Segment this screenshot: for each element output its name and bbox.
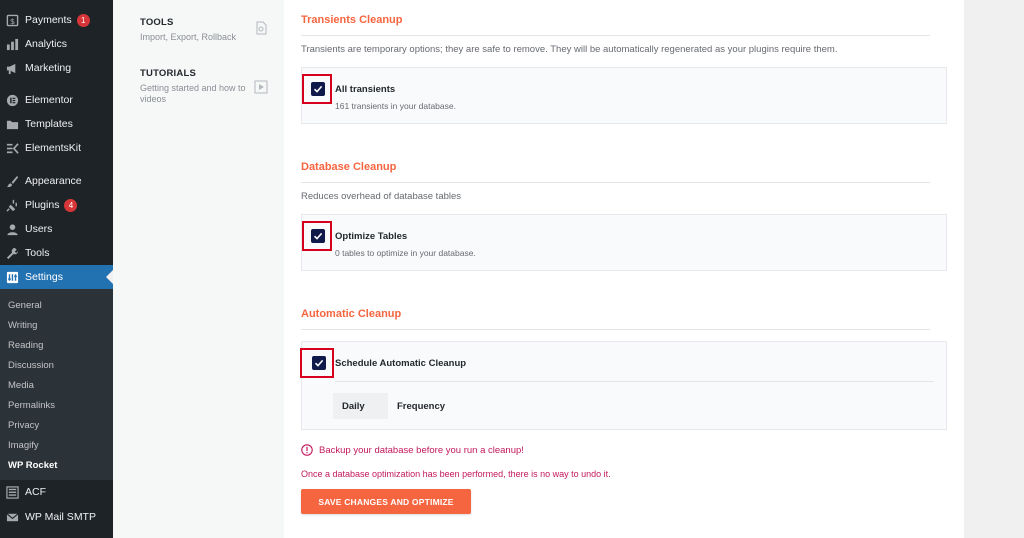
- schedule-cleanup-label: Schedule Automatic Cleanup: [335, 358, 467, 369]
- checkmark-icon: [313, 85, 323, 93]
- submenu-item-discussion[interactable]: Discussion: [8, 360, 54, 371]
- optimize-tables-checkbox[interactable]: [311, 229, 325, 243]
- submenu-item-media[interactable]: Media: [8, 380, 34, 391]
- transients-section-title: Transients Cleanup: [301, 14, 403, 26]
- settings-submenu: General Writing Reading Discussion Media…: [0, 289, 113, 480]
- submenu-item-writing[interactable]: Writing: [8, 320, 37, 331]
- sidebar-item-plugins[interactable]: Plugins 4: [0, 193, 113, 217]
- update-badge: 1: [76, 13, 90, 27]
- submenu-item-imagify[interactable]: Imagify: [8, 440, 39, 451]
- submenu-item-privacy[interactable]: Privacy: [8, 420, 39, 431]
- update-badge: 4: [64, 198, 78, 212]
- database-section-title: Database Cleanup: [301, 161, 397, 173]
- database-option-card: [301, 214, 947, 271]
- alert-icon: [301, 444, 313, 456]
- user-icon: [6, 223, 19, 236]
- megaphone-icon: [6, 62, 19, 75]
- checkmark-icon: [314, 359, 324, 367]
- all-transients-label: All transients: [335, 84, 396, 95]
- video-icon: [254, 80, 268, 94]
- backup-warning-text: Backup your database before you run a cl…: [319, 444, 524, 456]
- nav-item-tools[interactable]: TOOLS Import, Export, Rollback: [140, 17, 280, 43]
- folder-icon: [6, 118, 19, 131]
- sidebar-item-label: Users: [25, 223, 53, 235]
- section-divider: [301, 329, 930, 330]
- sidebar-item-users[interactable]: Users: [0, 217, 113, 241]
- transients-count: 161 transients in your database.: [335, 101, 456, 111]
- sidebar-item-appearance[interactable]: Appearance: [0, 169, 113, 193]
- option-divider: [335, 381, 934, 382]
- sidebar-item-tools[interactable]: Tools: [0, 241, 113, 265]
- sidebar-item-payments[interactable]: $ Payments 1: [0, 8, 113, 32]
- admin-sidebar: $ Payments 1 Analytics Marketing Element…: [0, 0, 113, 538]
- nav-item-desc: Import, Export, Rollback: [140, 32, 237, 42]
- acf-icon: [6, 485, 19, 499]
- wrench-icon: [6, 247, 19, 260]
- settings-icon: [6, 271, 19, 284]
- sidebar-item-label: Tools: [25, 247, 50, 259]
- main-content: Transients Cleanup Transients are tempor…: [284, 0, 964, 538]
- nav-item-desc: Getting started and how to videos: [140, 83, 246, 104]
- sidebar-item-settings[interactable]: Settings: [0, 265, 113, 289]
- frequency-label: Frequency: [397, 401, 446, 412]
- sidebar-item-label: ElementsKit: [25, 142, 82, 154]
- nav-item-tutorials[interactable]: TUTORIALS Getting started and how to vid…: [140, 68, 280, 105]
- optimize-tables-label: Optimize Tables: [335, 231, 408, 242]
- submenu-item-permalinks[interactable]: Permalinks: [8, 400, 55, 411]
- sidebar-item-label: Analytics: [25, 38, 68, 50]
- rocket-settings-nav: TOOLS Import, Export, Rollback TUTORIALS…: [113, 0, 284, 538]
- mail-icon: [6, 511, 19, 524]
- schedule-cleanup-checkbox[interactable]: [312, 356, 326, 370]
- checkmark-icon: [313, 232, 323, 240]
- automatic-section-title: Automatic Cleanup: [301, 308, 402, 320]
- sidebar-item-wp-mail-smtp[interactable]: WP Mail SMTP: [0, 505, 113, 529]
- backup-warning: Backup your database before you run a cl…: [301, 444, 524, 456]
- sidebar-item-label: ACF: [25, 486, 46, 498]
- sidebar-item-label: Marketing: [25, 62, 72, 74]
- paintbrush-icon: [6, 175, 19, 188]
- tools-icon: [256, 21, 267, 35]
- sidebar-item-label: Settings: [25, 271, 63, 283]
- sidebar-item-templates[interactable]: Templates: [0, 112, 113, 136]
- save-and-optimize-button[interactable]: SAVE CHANGES AND OPTIMIZE: [301, 489, 471, 514]
- sidebar-item-elementor[interactable]: Elementor: [0, 88, 113, 112]
- sidebar-item-label: Templates: [25, 118, 73, 130]
- transients-section-desc: Transients are temporary options; they a…: [301, 44, 838, 55]
- frequency-select[interactable]: Daily: [333, 393, 388, 419]
- svg-text:$: $: [10, 15, 15, 25]
- analytics-icon: [6, 38, 19, 51]
- transients-option-card: [301, 67, 947, 124]
- nav-item-title: TUTORIALS: [140, 68, 196, 79]
- sidebar-item-analytics[interactable]: Analytics: [0, 32, 113, 56]
- all-transients-checkbox[interactable]: [311, 82, 325, 96]
- sidebar-item-label: Elementor: [25, 94, 73, 106]
- submenu-item-wp-rocket[interactable]: WP Rocket: [8, 460, 57, 471]
- sidebar-item-label: Payments: [25, 14, 72, 26]
- automatic-option-card: [301, 341, 947, 430]
- undo-note: Once a database optimization has been pe…: [301, 469, 611, 479]
- section-divider: [301, 35, 930, 36]
- database-section-desc: Reduces overhead of database tables: [301, 191, 462, 202]
- sidebar-item-elementskit[interactable]: ElementsKit: [0, 136, 113, 160]
- submenu-item-reading[interactable]: Reading: [8, 340, 43, 351]
- sidebar-item-label: Plugins: [25, 199, 60, 211]
- elementskit-icon: [6, 142, 19, 155]
- sidebar-item-marketing[interactable]: Marketing: [0, 56, 113, 80]
- submenu-item-general[interactable]: General: [8, 300, 42, 311]
- elementor-icon: [6, 94, 19, 107]
- plug-icon: [6, 199, 19, 212]
- payments-icon: $: [6, 14, 19, 27]
- tables-count: 0 tables to optimize in your database.: [335, 248, 476, 258]
- sidebar-item-acf[interactable]: ACF: [0, 480, 113, 504]
- sidebar-item-label: Appearance: [25, 175, 82, 187]
- sidebar-item-label: WP Mail SMTP: [25, 511, 96, 523]
- section-divider: [301, 182, 930, 183]
